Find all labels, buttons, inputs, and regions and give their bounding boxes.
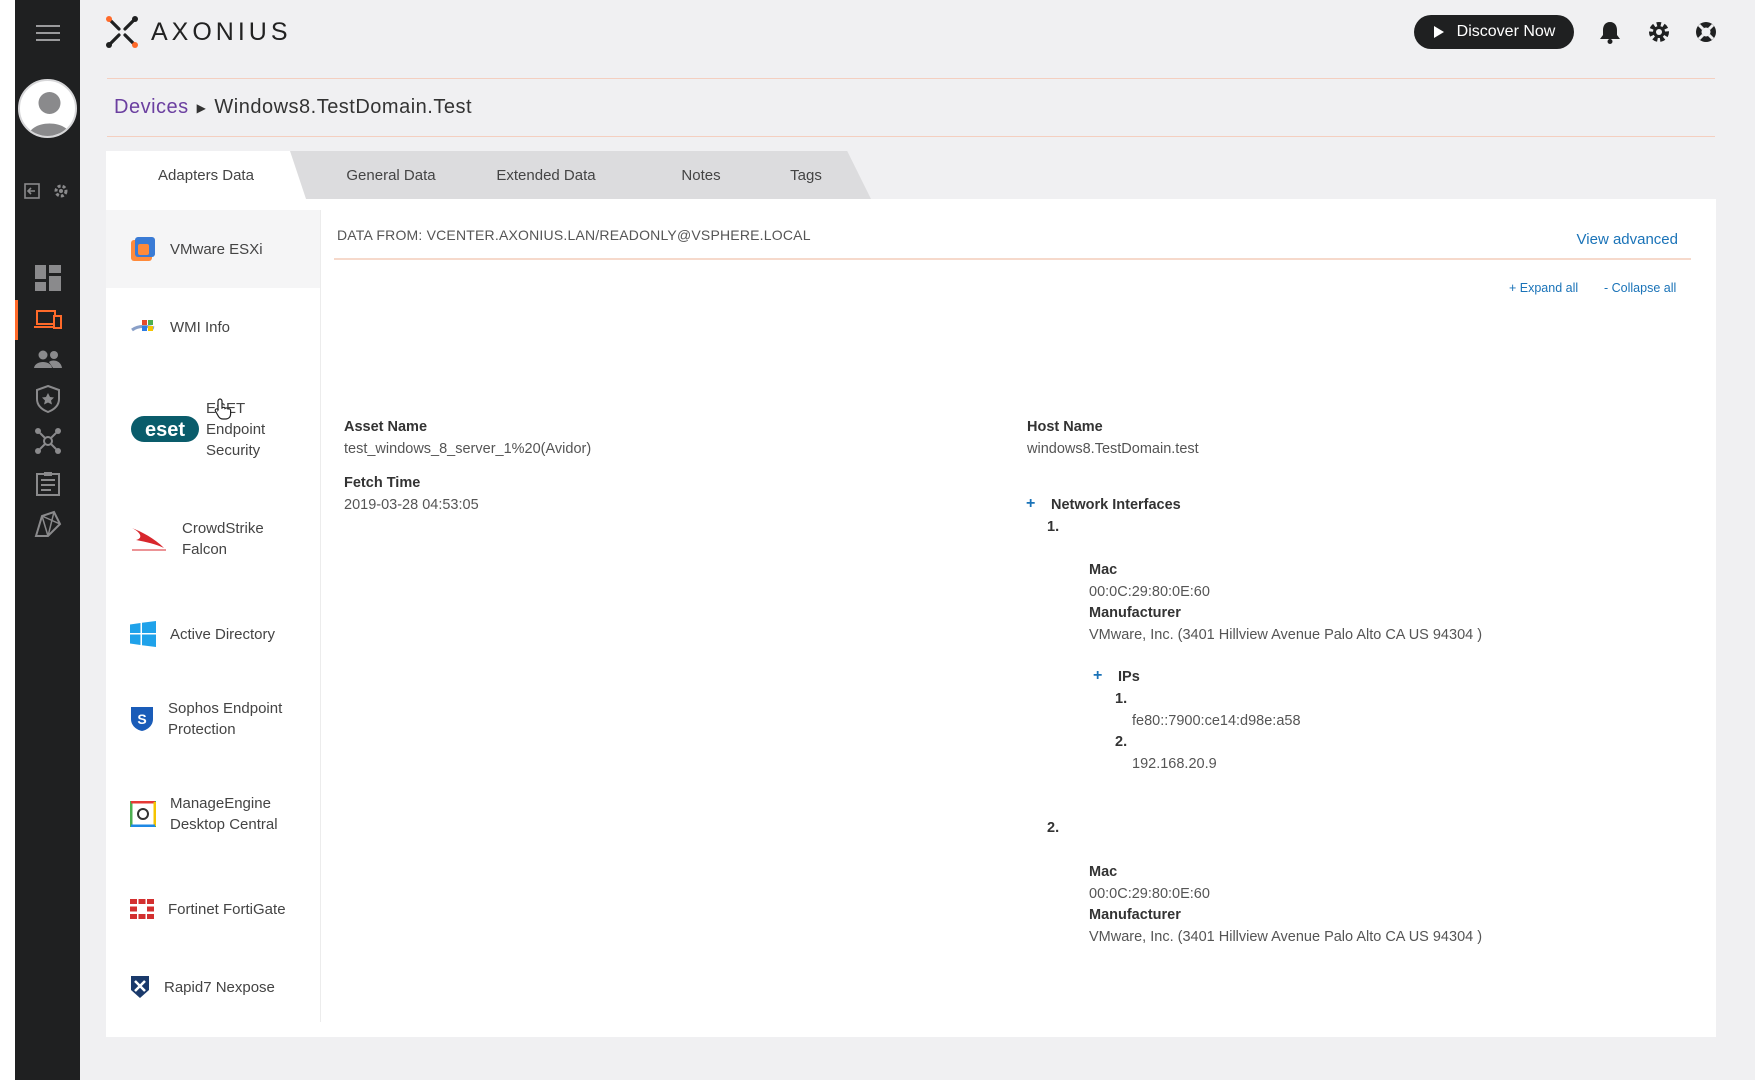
adapter-list: VMware ESXi WMI Info eset ESET Endpoint … xyxy=(106,210,321,1022)
tab-adapters-data[interactable]: Adapters Data xyxy=(106,151,306,199)
fetch-time-value: 2019-03-28 04:53:05 xyxy=(344,497,479,513)
brand-logo[interactable]: AXONIUS xyxy=(105,15,292,49)
discover-now-button[interactable]: Discover Now xyxy=(1414,15,1574,49)
view-advanced-link[interactable]: View advanced xyxy=(1577,231,1678,248)
hand-cursor-icon xyxy=(214,398,232,420)
mac-value: 00:0C:29:80:0E:60 xyxy=(1089,886,1210,902)
account-actions xyxy=(15,180,80,202)
eset-logo: eset xyxy=(130,415,200,443)
adapters-icon[interactable] xyxy=(15,425,80,457)
ips-expand-toggle[interactable]: + xyxy=(1093,667,1102,685)
bell-icon[interactable] xyxy=(1595,17,1625,47)
left-rail xyxy=(0,0,80,1080)
ips-label: IPs xyxy=(1118,669,1140,685)
ip-value: 192.168.20.9 xyxy=(1132,756,1217,772)
enforcement-icon[interactable] xyxy=(15,383,80,415)
ip-value: fe80::7900:ce14:d98e:a58 xyxy=(1132,713,1301,729)
tab-bar: Adapters Data General Data Extended Data… xyxy=(106,151,871,199)
interface-index: 2. xyxy=(1047,820,1060,836)
nav-sidebar xyxy=(15,0,80,1080)
adapter-label: Sophos Endpoint Protection xyxy=(168,700,283,738)
dashboard-icon[interactable] xyxy=(15,262,80,294)
asset-name-label: Asset Name xyxy=(344,419,428,435)
adapter-label: ManageEngine Desktop Central xyxy=(170,795,278,833)
axonius-logo-icon xyxy=(106,16,138,48)
adapter-label: WMI Info xyxy=(170,318,231,336)
instances-icon[interactable] xyxy=(15,508,80,540)
tab-extended-data[interactable]: Extended Data xyxy=(476,151,616,199)
mac-label: Mac xyxy=(1089,562,1118,578)
adapter-wmi-info[interactable]: WMI Info xyxy=(106,288,320,366)
fetch-time-label: Fetch Time xyxy=(344,475,421,491)
wmi-icon xyxy=(130,316,156,338)
top-header: AXONIUS Discover Now xyxy=(80,0,1755,64)
manufacturer-label: Manufacturer xyxy=(1089,605,1181,621)
adapter-manageengine-desktop-central[interactable]: ManageEngine Desktop Central xyxy=(106,775,320,853)
sophos-icon: S xyxy=(130,706,154,732)
data-source-divider xyxy=(334,258,1691,260)
mac-label: Mac xyxy=(1089,864,1118,880)
adapter-label: VMware ESXi xyxy=(170,240,263,258)
page-title: Windows8.TestDomain.Test xyxy=(214,96,473,118)
breadcrumb-divider xyxy=(107,136,1715,137)
manageengine-icon xyxy=(130,801,156,827)
manufacturer-value: VMware, Inc. (3401 Hillview Avenue Palo … xyxy=(1089,627,1483,643)
network-interfaces-label: Network Interfaces xyxy=(1051,497,1181,513)
interface-index: 1. xyxy=(1047,519,1060,535)
ip-index: 2. xyxy=(1115,734,1128,750)
adapter-eset-endpoint-security[interactable]: eset ESET Endpoint Security xyxy=(106,380,320,478)
host-name-value: windows8.TestDomain.test xyxy=(1027,441,1199,457)
tab-tags[interactable]: Tags xyxy=(766,151,846,199)
brand-name: AXONIUS xyxy=(151,17,292,46)
adapter-data-content: DATA FROM: VCENTER.AXONIUS.LAN/READONLY@… xyxy=(334,199,1716,1037)
menu-icon[interactable] xyxy=(15,18,80,48)
data-source-label: DATA FROM: VCENTER.AXONIUS.LAN/READONLY@… xyxy=(337,227,811,243)
collapse-all-button[interactable]: - Collapse all xyxy=(1604,281,1676,295)
reports-icon[interactable] xyxy=(15,468,80,500)
vmware-icon xyxy=(130,236,156,262)
fortinet-icon xyxy=(130,899,154,919)
users-icon[interactable] xyxy=(15,344,80,374)
devices-icon[interactable] xyxy=(15,305,80,335)
adapter-crowdstrike-falcon[interactable]: CrowdStrike Falcon xyxy=(106,500,320,578)
breadcrumb-devices-link[interactable]: Devices xyxy=(114,96,189,119)
manufacturer-label: Manufacturer xyxy=(1089,907,1181,923)
adapter-sophos-endpoint-protection[interactable]: S Sophos Endpoint Protection xyxy=(106,680,320,758)
adapter-label: Fortinet FortiGate xyxy=(168,900,286,918)
breadcrumb-caret-icon: ▶ xyxy=(196,100,207,115)
expand-all-button[interactable]: + Expand all xyxy=(1509,281,1578,295)
avatar[interactable] xyxy=(18,79,77,138)
play-icon xyxy=(1433,26,1444,38)
network-interfaces-expand-toggle[interactable]: + xyxy=(1026,495,1035,513)
host-name-label: Host Name xyxy=(1027,419,1103,435)
adapter-label: CrowdStrike Falcon xyxy=(182,520,264,558)
gear-icon[interactable] xyxy=(52,182,70,200)
windows-icon xyxy=(130,621,156,647)
svg-text:S: S xyxy=(137,711,146,727)
adapter-fortinet-fortigate[interactable]: Fortinet FortiGate xyxy=(106,870,320,948)
help-lifebuoy-icon[interactable] xyxy=(1691,17,1721,47)
rapid7-icon xyxy=(130,975,150,999)
adapter-label: Active Directory xyxy=(170,625,276,643)
tab-notes[interactable]: Notes xyxy=(646,151,756,199)
header-divider xyxy=(107,78,1715,79)
discover-now-label: Discover Now xyxy=(1456,23,1556,40)
breadcrumb: Devices ▶ Windows8.TestDomain.Test xyxy=(114,96,472,119)
ip-index: 1. xyxy=(1115,691,1128,707)
adapter-active-directory[interactable]: Active Directory xyxy=(106,595,320,673)
logout-icon[interactable] xyxy=(24,182,42,200)
main-panel: VMware ESXi WMI Info eset ESET Endpoint … xyxy=(106,199,1716,1037)
asset-name-value: test_windows_8_server_1%20(Avidor) xyxy=(344,441,592,457)
settings-gear-icon[interactable] xyxy=(1644,17,1674,47)
tab-general-data[interactable]: General Data xyxy=(321,151,461,199)
manufacturer-value: VMware, Inc. (3401 Hillview Avenue Palo … xyxy=(1089,929,1483,945)
adapter-label: Rapid7 Nexpose xyxy=(164,978,275,996)
crowdstrike-icon xyxy=(130,524,168,554)
svg-text:eset: eset xyxy=(145,419,185,441)
mac-value: 00:0C:29:80:0E:60 xyxy=(1089,584,1210,600)
adapter-rapid7-nexpose[interactable]: Rapid7 Nexpose xyxy=(106,948,320,1026)
adapter-vmware-esxi[interactable]: VMware ESXi xyxy=(106,210,320,288)
